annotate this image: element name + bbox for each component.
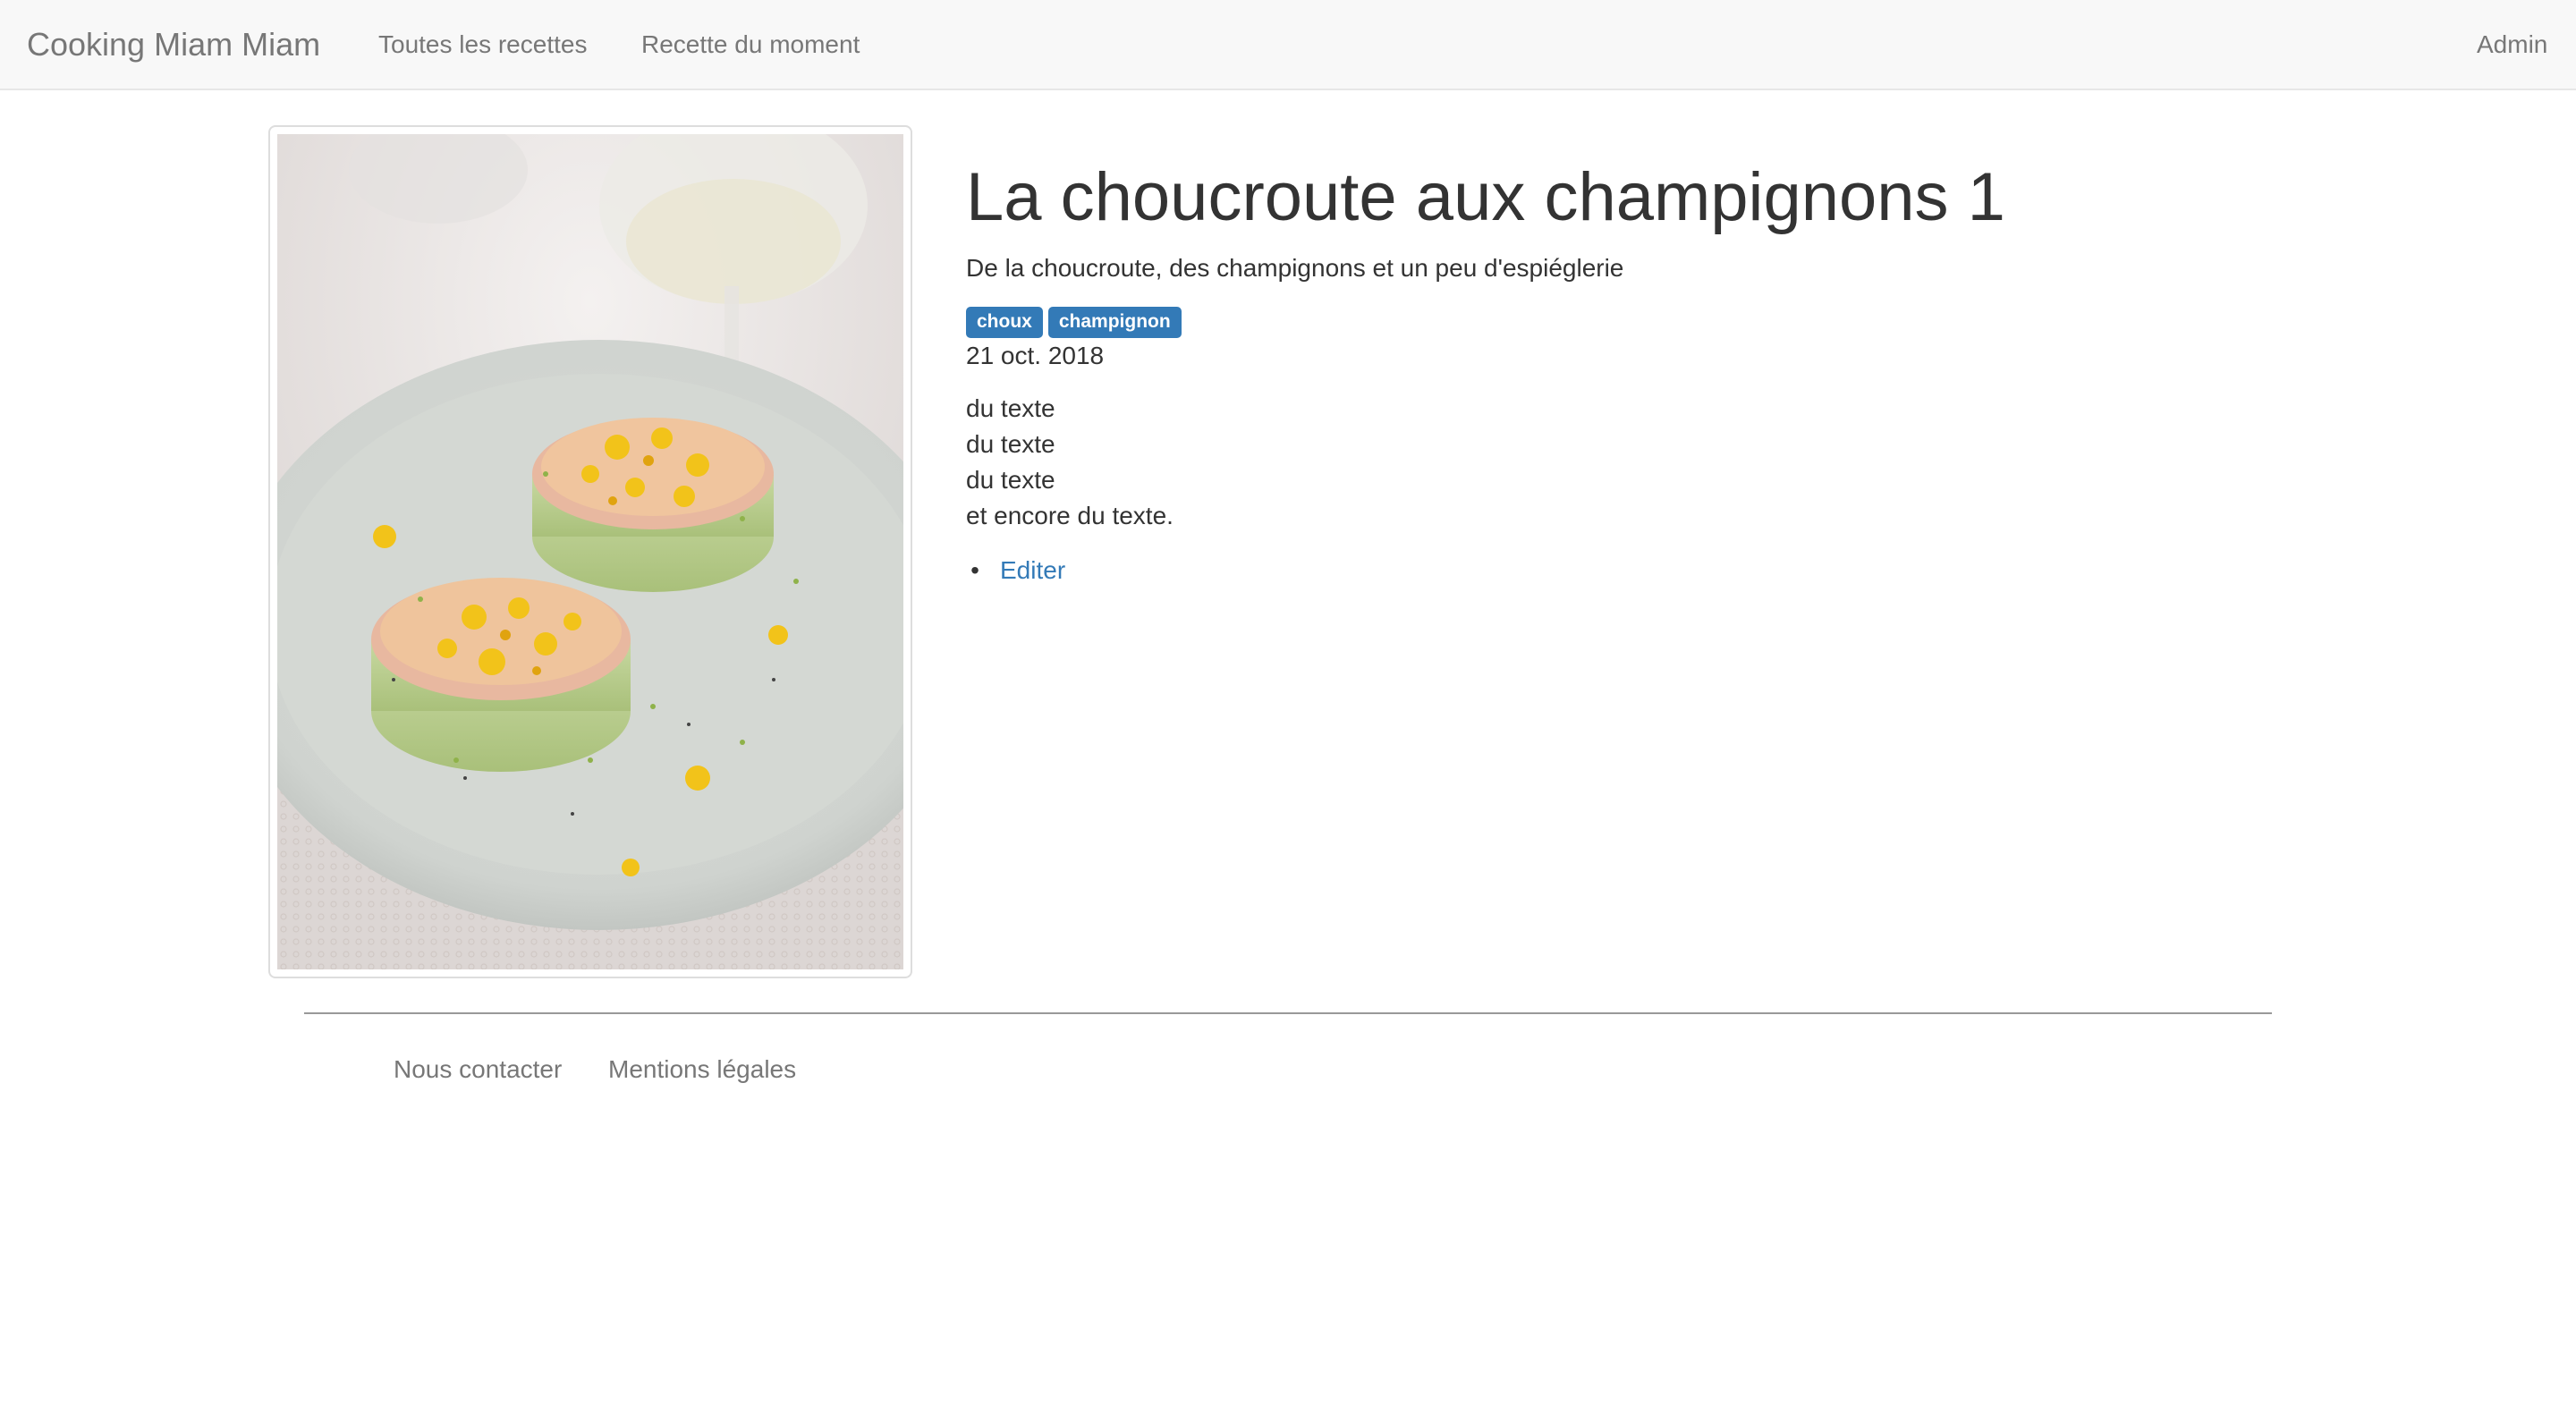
recipe-body: du texte du texte du texte et encore du …	[966, 391, 1174, 534]
recipe-body-line: du texte	[966, 466, 1055, 494]
recipe-body-line: du texte	[966, 394, 1055, 422]
nav-recipe-of-the-moment[interactable]: Recette du moment	[641, 27, 860, 63]
recipe-photo	[277, 134, 903, 969]
brand-link[interactable]: Cooking Miam Miam	[27, 23, 320, 66]
recipe-body-line: du texte	[966, 430, 1055, 458]
top-navbar: Cooking Miam Miam Toutes les recettes Re…	[0, 0, 2576, 90]
tag-badge-choux[interactable]: choux	[966, 307, 1043, 338]
tag-badge-champignon[interactable]: champignon	[1047, 307, 1182, 338]
bullet-icon: •	[970, 556, 979, 584]
nav-admin[interactable]: Admin	[2477, 27, 2547, 63]
recipe-subtitle: De la choucroute, des champignons et un …	[966, 254, 1624, 282]
recipe-body-line: et encore du texte.	[966, 502, 1174, 529]
recipe-date: 21 oct. 2018	[966, 342, 1105, 369]
nav-all-recipes[interactable]: Toutes les recettes	[378, 27, 587, 63]
footer-divider	[304, 1012, 2272, 1014]
edit-recipe-link[interactable]: Editer	[1000, 553, 1065, 588]
recipe-image-thumbnail	[268, 125, 912, 978]
recipe-title: La choucroute aux champignons 1	[966, 159, 2005, 235]
tag-list: choux champignon	[966, 307, 1182, 338]
footer-contact-link[interactable]: Nous contacter	[394, 1052, 562, 1087]
footer-legal-notice-link[interactable]: Mentions légales	[608, 1052, 796, 1087]
recipe-photo-illustration	[277, 134, 903, 969]
